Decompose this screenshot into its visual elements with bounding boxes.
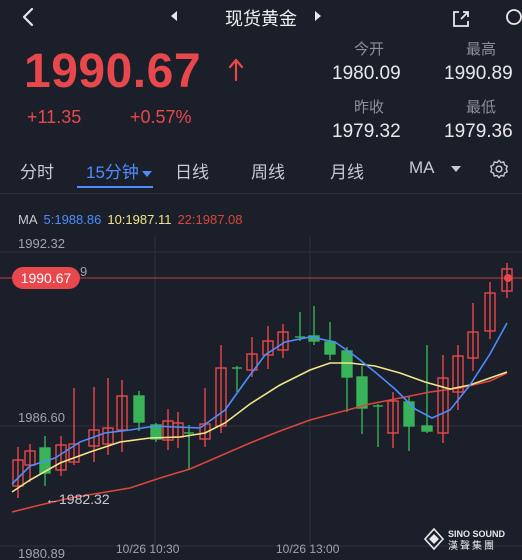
stat-prev-close-value: 1979.32 xyxy=(332,121,401,142)
svg-text:SINO SOUND: SINO SOUND xyxy=(448,529,506,539)
next-instrument-icon[interactable] xyxy=(310,8,326,24)
ma10-line xyxy=(11,362,508,493)
top-bar: 现货黄金 xyxy=(0,0,522,34)
stat-prev-close: 昨收 1979.32 xyxy=(332,96,401,143)
settings-gear-icon[interactable] xyxy=(488,158,510,180)
candles xyxy=(12,263,513,498)
ma-label: MA xyxy=(18,212,38,227)
stat-open: 今开 1980.09 xyxy=(332,38,401,85)
share-icon[interactable] xyxy=(450,8,472,30)
ma22-value: 22:1987.08 xyxy=(177,212,243,227)
tab-weekly[interactable]: 周线 xyxy=(251,158,285,183)
price-up-arrow-icon xyxy=(227,58,245,82)
period-tabs: 分时 15分钟 日线 周线 月线 MA xyxy=(0,150,522,190)
stat-high: 最高 1990.89 xyxy=(444,38,513,85)
tab-daily[interactable]: 日线 xyxy=(175,158,209,183)
svg-text:漢聲集團: 漢聲集團 xyxy=(448,539,496,551)
ma5-value: 5:1988.86 xyxy=(43,212,102,227)
y-axis-bottom-label: 1980.89 xyxy=(18,546,65,560)
stat-prev-close-label: 昨收 xyxy=(354,99,385,116)
price-change-percent: +0.57% xyxy=(130,107,192,127)
current-price-tag: 1990.67 xyxy=(12,267,80,289)
y-axis-mid-label: 1986.60 xyxy=(18,410,65,425)
tab-ma-label: MA xyxy=(409,158,435,177)
tab-ma[interactable]: MA xyxy=(409,158,461,178)
x-axis-label: 10/26 10:30 xyxy=(116,542,180,556)
stat-low-label: 最低 xyxy=(466,99,497,116)
tab-15min[interactable]: 15分钟 xyxy=(86,158,152,183)
stat-high-label: 最高 xyxy=(466,41,497,58)
sino-sound-logo: SINO SOUND 漢聲集團 xyxy=(423,527,516,552)
tab-divider xyxy=(0,193,522,194)
search-icon[interactable] xyxy=(500,8,522,30)
ma5-line xyxy=(11,322,508,485)
ma-legend: MA 5:1988.86 10:1987.11 22:1987.08 xyxy=(18,212,249,227)
tab-intraday[interactable]: 分时 xyxy=(20,158,54,183)
price-tag-suffix: 9 xyxy=(80,264,87,279)
tab-15min-label: 15分钟 xyxy=(86,163,139,182)
min-price-marker: ←1982.32 xyxy=(45,491,110,507)
stat-high-value: 1990.89 xyxy=(444,63,513,84)
stat-low-value: 1979.36 xyxy=(444,121,513,142)
current-price: 1990.67 xyxy=(24,45,202,98)
page-title: 现货黄金 xyxy=(225,9,297,29)
stat-open-value: 1980.09 xyxy=(332,63,401,84)
x-axis-label: 10/26 13:00 xyxy=(276,542,340,556)
chevron-down-icon xyxy=(141,170,152,177)
ma10-value: 10:1987.11 xyxy=(107,212,172,227)
price-change: +11.35 xyxy=(27,107,82,127)
current-price-dot xyxy=(504,274,512,282)
active-tab-indicator xyxy=(77,186,153,188)
chevron-down-icon xyxy=(450,165,461,172)
stat-open-label: 今开 xyxy=(354,41,385,58)
stat-low: 最低 1979.36 xyxy=(444,96,513,143)
y-axis-top-label: 1992.32 xyxy=(18,236,65,251)
tab-monthly[interactable]: 月线 xyxy=(330,158,364,183)
